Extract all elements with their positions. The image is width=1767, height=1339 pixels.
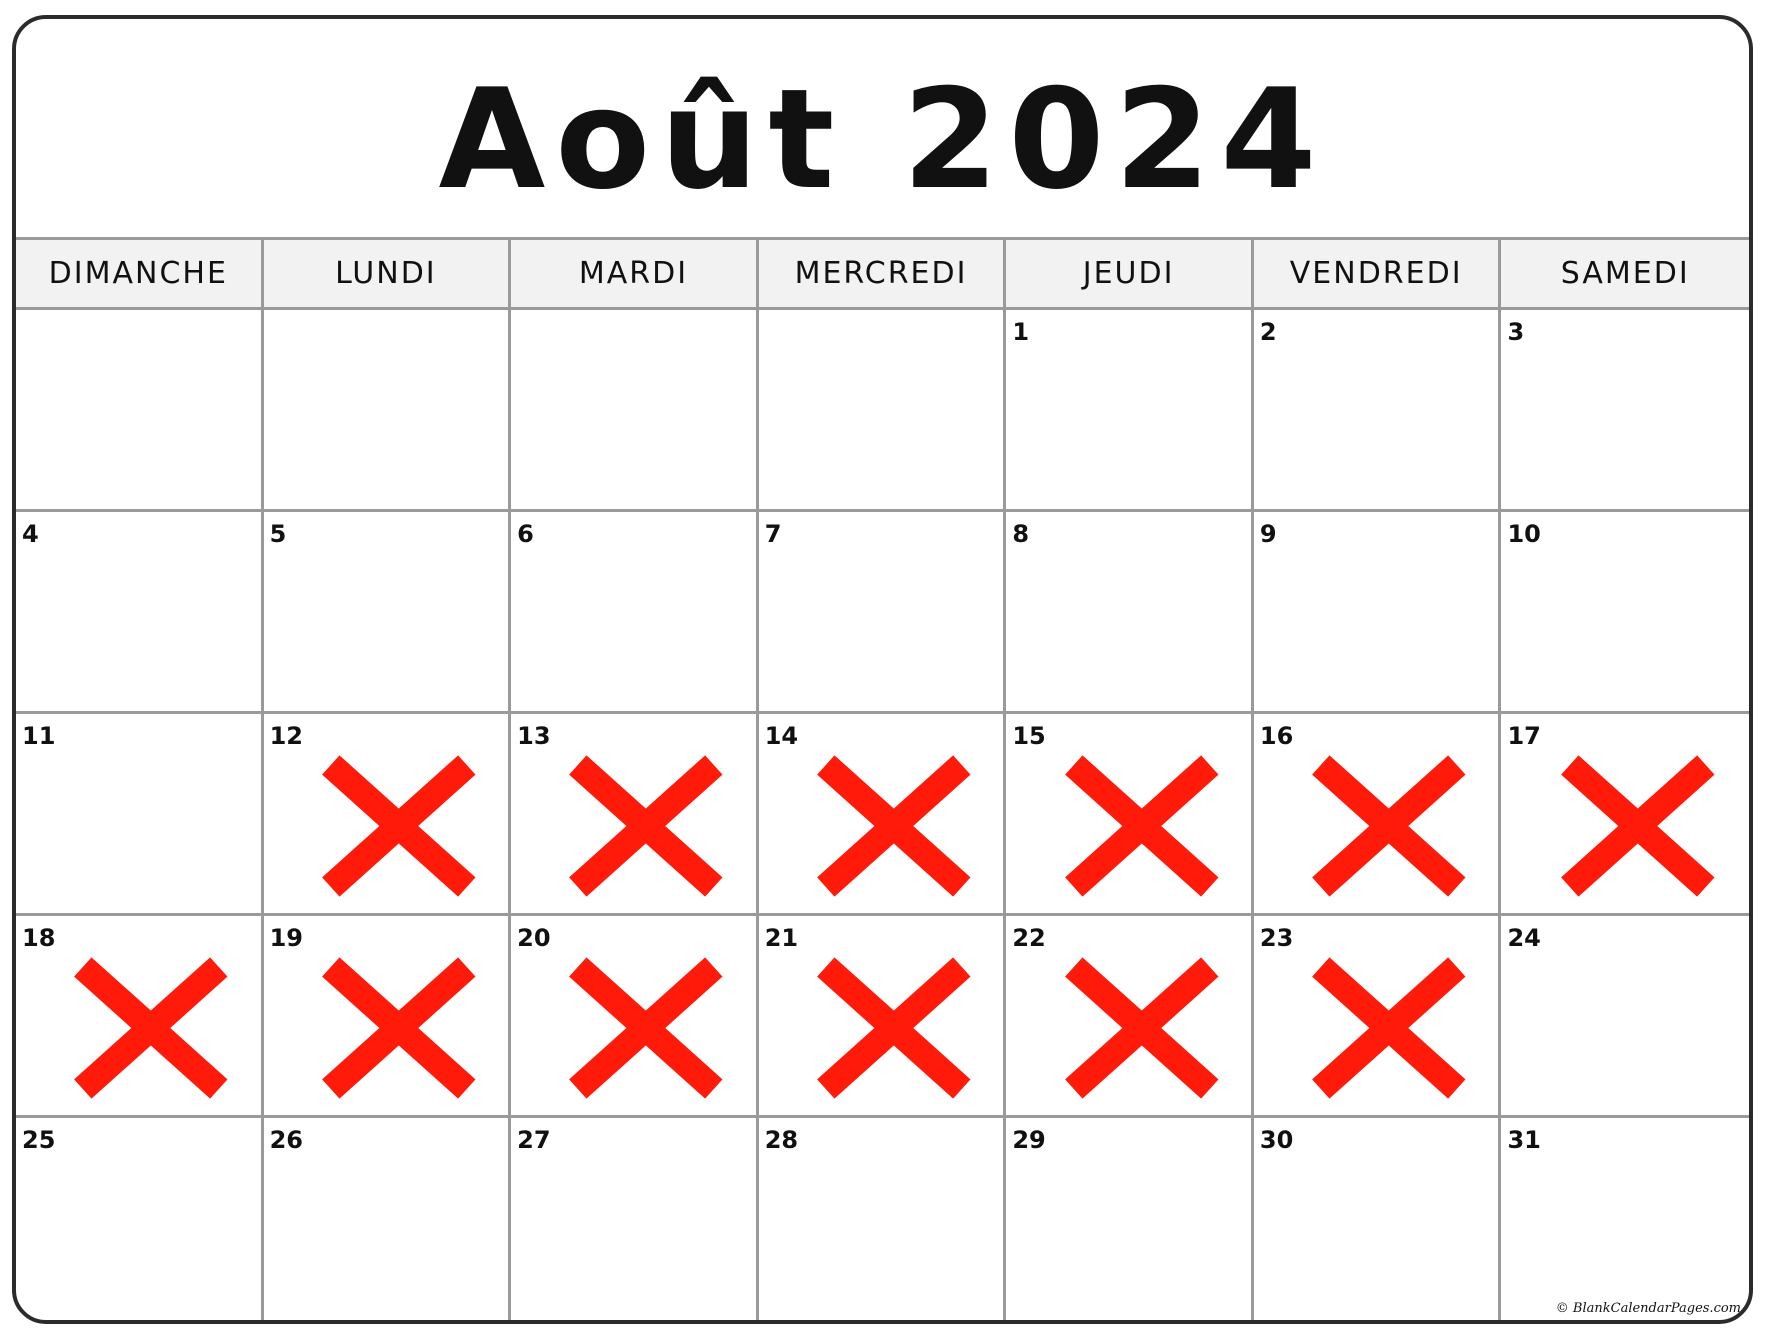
weekday-saturday: SAMEDI [1501,240,1749,310]
day-number: 22 [1012,924,1046,952]
day-cell[interactable]: 15 [1006,714,1254,916]
day-number: 24 [1507,924,1541,952]
day-cell[interactable]: 1 [1006,310,1254,512]
week-row: 11 12 13 14 15 16 17 [16,714,1749,916]
day-cell[interactable]: 16 [1253,714,1502,916]
day-number: 12 [269,722,303,750]
week-row: 25 26 27 28 29 30 31 [16,1118,1749,1320]
day-number: 28 [764,1126,799,1154]
day-cell[interactable] [16,310,264,512]
day-cell[interactable]: 13 [511,714,759,916]
weekday-monday: LUNDI [263,240,512,310]
credit-text: © BlankCalendarPages.com [1555,1301,1741,1316]
day-number: 19 [269,924,303,952]
day-number: 9 [1259,520,1277,548]
day-number: 7 [764,520,782,548]
day-number: 6 [517,520,534,548]
day-cell[interactable]: 9 [1253,512,1502,714]
day-cell[interactable]: 2 [1253,310,1502,512]
weekday-friday: VENDREDI [1253,240,1502,310]
day-cell[interactable]: 11 [16,714,264,916]
cross-mark-icon [817,754,971,897]
day-cell[interactable]: 31 [1501,1118,1749,1320]
day-number: 8 [1012,520,1030,548]
day-number: 10 [1507,520,1541,548]
day-cell[interactable]: 6 [511,512,759,714]
day-cell[interactable]: 4 [16,512,264,714]
weeks-container: 1 2 3 4 5 6 7 8 9 10 11 12 13 14 15 16 17 18 19 20 21 22 23 24 2… [16,310,1749,1320]
cross-mark-icon [1064,956,1219,1099]
cross-mark-icon [1064,754,1219,897]
calendar-grid: DIMANCHE LUNDI MARDI MERCREDI JEUDI VEND… [16,237,1749,1320]
day-number: 25 [22,1126,56,1154]
day-cell[interactable]: 3 [1501,310,1749,512]
day-number: 4 [22,520,39,548]
weekday-tuesday: MARDI [511,240,759,310]
day-cell[interactable]: 17 [1501,714,1749,916]
day-cell[interactable]: 20 [511,916,759,1118]
cross-mark-icon [74,956,228,1099]
day-cell[interactable]: 5 [263,512,512,714]
cross-mark-icon [569,754,723,897]
day-cell[interactable]: 14 [758,714,1007,916]
weekday-thursday: JEUDI [1006,240,1254,310]
day-number: 31 [1507,1126,1541,1154]
day-number: 18 [22,924,56,952]
day-number: 27 [517,1126,551,1154]
day-cell[interactable]: 12 [263,714,512,916]
cross-mark-icon [321,754,476,897]
weekday-wednesday: MERCREDI [758,240,1007,310]
day-cell[interactable]: 25 [16,1118,264,1320]
calendar-frame: Août 2024 DIMANCHE LUNDI MARDI MERCREDI … [12,15,1753,1324]
weekday-sunday: DIMANCHE [16,240,264,310]
day-cell[interactable]: 8 [1006,512,1254,714]
day-number: 30 [1259,1126,1294,1154]
cross-mark-icon [569,956,723,1099]
day-number: 5 [269,520,287,548]
day-number: 14 [764,722,799,750]
day-number: 15 [1012,722,1046,750]
cross-mark-icon [1312,956,1466,1099]
cross-mark-icon [1561,754,1715,897]
cross-mark-icon [321,956,476,1099]
day-cell[interactable]: 19 [263,916,512,1118]
day-cell[interactable]: 30 [1254,1118,1502,1320]
day-number: 17 [1507,722,1541,750]
week-row: 1 2 3 [16,310,1749,512]
calendar-title: Août 2024 [438,58,1327,220]
day-cell[interactable]: 26 [264,1118,512,1320]
cross-mark-icon [1312,754,1466,897]
week-row: 18 19 20 21 22 23 24 [16,916,1749,1118]
day-number: 13 [517,722,551,750]
day-cell[interactable] [758,310,1007,512]
day-cell[interactable]: 28 [759,1118,1007,1320]
day-cell[interactable]: 7 [758,512,1007,714]
week-row: 4 5 6 7 8 9 10 [16,512,1749,714]
day-cell[interactable]: 27 [511,1118,759,1320]
day-cell[interactable]: 22 [1006,916,1254,1118]
day-cell[interactable]: 18 [16,916,264,1118]
day-number: 1 [1012,318,1030,346]
day-number: 2 [1259,318,1277,346]
day-number: 23 [1259,924,1294,952]
day-cell[interactable]: 21 [758,916,1007,1118]
day-cell[interactable] [511,310,759,512]
day-cell[interactable]: 24 [1501,916,1749,1118]
day-number: 20 [517,924,551,952]
day-number: 29 [1012,1126,1046,1154]
day-number: 3 [1507,318,1525,346]
day-cell[interactable] [263,310,512,512]
weekday-header-row: DIMANCHE LUNDI MARDI MERCREDI JEUDI VEND… [16,240,1749,310]
day-cell[interactable]: 10 [1501,512,1749,714]
day-cell[interactable]: 29 [1006,1118,1254,1320]
day-number: 11 [22,722,56,750]
day-number: 26 [269,1126,303,1154]
day-number: 21 [764,924,799,952]
day-cell[interactable]: 23 [1253,916,1502,1118]
cross-mark-icon [817,956,971,1099]
day-number: 16 [1259,722,1294,750]
